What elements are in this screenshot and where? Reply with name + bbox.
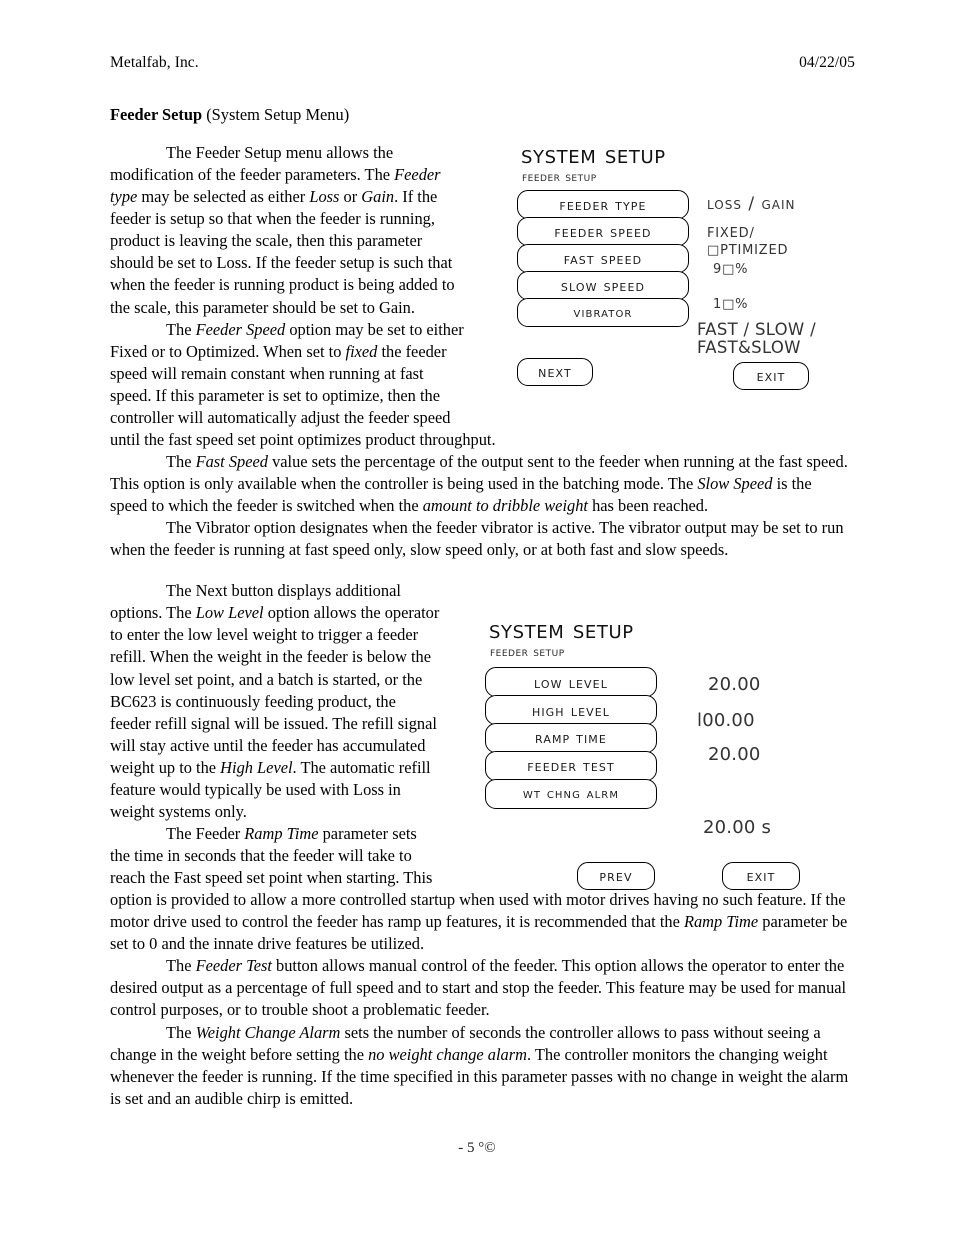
text-run-italic: Ramp Time xyxy=(683,912,759,932)
hmi-button-prev[interactable]: Prev xyxy=(577,862,655,890)
hmi-value-vibrator-line2: FAST&SLOW xyxy=(697,338,801,357)
header-date: 04/22/05 xyxy=(799,54,855,71)
page-number: - 5 °© xyxy=(458,1140,496,1156)
text-run-italic: High Level xyxy=(220,757,293,777)
section-heading-rest: (System Setup Menu) xyxy=(202,105,350,124)
text-run-italic: no weight change alarm xyxy=(368,1044,527,1064)
hmi-button-feeder-test[interactable]: Feeder Test xyxy=(485,751,657,781)
hmi-panel-feeder-setup-page2: System Setup Feeder Setup Low Level High… xyxy=(485,617,845,902)
panel-2-button-stack: Low Level High Level Ramp Time Feeder Te… xyxy=(485,667,657,809)
hmi-button-high-level[interactable]: High Level xyxy=(485,695,657,725)
section-heading: Feeder Setup (System Setup Menu) xyxy=(110,104,852,126)
paragraph-weight-change-alarm: The Weight Change Alarm sets the number … xyxy=(110,1022,852,1110)
panel-1-title: System Setup xyxy=(521,140,666,169)
text-run-italic: Feeder Test xyxy=(195,956,272,976)
text-run: The Feeder xyxy=(166,823,245,843)
text-run-italic: Gain xyxy=(361,187,395,207)
text-run-italic: Slow Speed xyxy=(697,474,773,493)
hmi-value-feeder-type: Loss / Gain xyxy=(707,194,796,214)
text-run: The xyxy=(166,1022,196,1042)
hmi-button-exit-page2[interactable]: Exit xyxy=(722,862,800,890)
hmi-panel-feeder-setup-page1: System Setup Feeder Setup Feeder Type Fe… xyxy=(517,142,847,402)
text-run: The xyxy=(166,451,196,471)
text-run: The Feeder Setup menu allows the modific… xyxy=(110,143,395,185)
text-run-italic: Low Level xyxy=(195,603,264,623)
hmi-value-feeder-speed-line1: FIXED/ xyxy=(707,226,755,241)
text-run-italic: Ramp Time xyxy=(244,823,319,843)
text-run-italic: fixed xyxy=(345,341,378,361)
page-footer: - 5 °© xyxy=(0,1140,954,1157)
text-run: The xyxy=(166,956,196,976)
hmi-button-feeder-type[interactable]: Feeder Type xyxy=(517,190,689,219)
paragraph-vibrator: The Vibrator option designates when the … xyxy=(110,518,844,560)
text-run: . If the feeder is setup so that when th… xyxy=(110,187,455,317)
hmi-button-feeder-speed[interactable]: Feeder Speed xyxy=(517,217,689,246)
text-run-italic: Weight Change Alarm xyxy=(195,1022,341,1042)
text-run: The xyxy=(166,319,196,339)
text-run-italic: Loss xyxy=(309,187,340,207)
text-run: may be selected as either xyxy=(137,187,310,207)
hmi-value-ramp-time: 20.00 xyxy=(708,744,761,765)
hmi-value-low-level: 20.00 xyxy=(708,674,761,695)
text-run-italic: Feeder Speed xyxy=(195,319,286,339)
hmi-button-exit-page1[interactable]: Exit xyxy=(733,362,809,390)
hmi-button-vibrator[interactable]: Vibrator xyxy=(517,298,689,327)
hmi-value-high-level: l00.00 xyxy=(697,710,755,731)
panel-2-title: System Setup xyxy=(489,615,634,644)
page-header: Metalfab, Inc. 04/22/05 xyxy=(110,54,855,72)
hmi-button-slow-speed[interactable]: Slow Speed xyxy=(517,271,689,300)
paragraph-fast-slow-speed: The Fast Speed value sets the percentage… xyxy=(110,451,852,517)
text-run: has been reached. xyxy=(587,496,709,516)
hmi-button-fast-speed[interactable]: Fast Speed xyxy=(517,244,689,273)
panel-2-subtitle: Feeder Setup xyxy=(490,644,565,660)
hmi-value-fast-speed: 9□% xyxy=(713,262,749,277)
hmi-button-low-level[interactable]: Low Level xyxy=(485,667,657,697)
hmi-value-slow-speed: 1□% xyxy=(713,297,749,312)
paragraph-feeder-test: The Feeder Test button allows manual con… xyxy=(110,955,852,1021)
hmi-button-ramp-time[interactable]: Ramp Time xyxy=(485,723,657,753)
header-company: Metalfab, Inc. xyxy=(110,54,199,71)
panel-1-button-stack: Feeder Type Feeder Speed Fast Speed Slow… xyxy=(517,190,689,327)
hmi-value-wt-chng-alrm: 20.00 s xyxy=(703,817,772,838)
panel-1-subtitle: Feeder Setup xyxy=(522,169,597,185)
document-page: Metalfab, Inc. 04/22/05 Feeder Setup (Sy… xyxy=(0,0,954,1235)
text-run: option allows the operator to enter the … xyxy=(110,603,440,777)
hmi-value-feeder-speed-line2: □PTIMIZED xyxy=(707,243,789,258)
hmi-button-next[interactable]: Next xyxy=(517,358,593,386)
text-run-italic: Fast Speed xyxy=(195,451,268,471)
section-heading-bold: Feeder Setup xyxy=(110,105,203,124)
text-run-italic: amount to dribble weight xyxy=(422,496,588,516)
hmi-button-wt-chng-alrm[interactable]: Wt Chng Alrm xyxy=(485,779,657,809)
text-run: or xyxy=(339,187,362,207)
